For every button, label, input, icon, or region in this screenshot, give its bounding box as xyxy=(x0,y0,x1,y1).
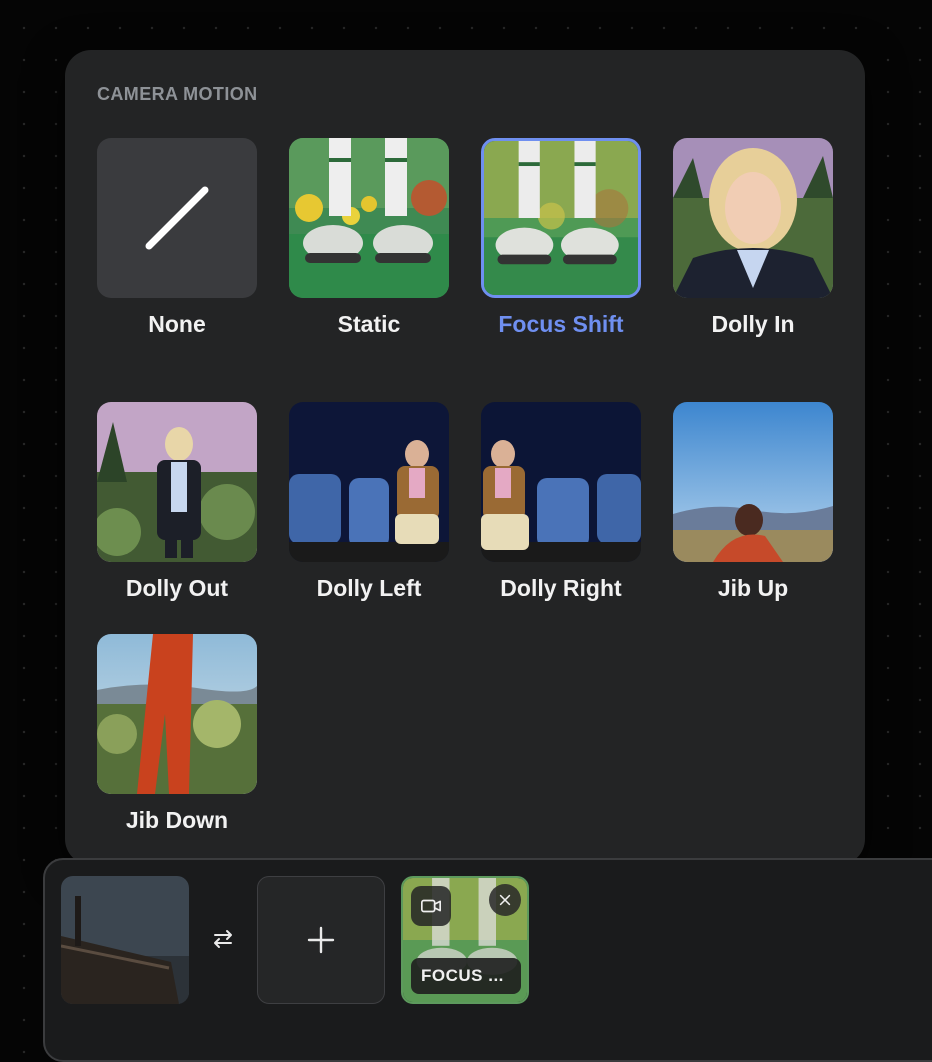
motion-option-label: Focus Shift xyxy=(498,311,624,337)
motion-option-label: None xyxy=(148,311,206,337)
motion-option-label: Dolly In xyxy=(711,311,795,337)
plus-icon xyxy=(307,926,335,954)
video-camera-icon xyxy=(421,899,441,913)
motion-option-label: Jib Down xyxy=(125,807,229,833)
add-slot-button[interactable] xyxy=(257,876,385,1004)
motion-option-none[interactable]: None xyxy=(97,138,257,340)
close-icon xyxy=(499,894,511,906)
swap-button[interactable] xyxy=(210,926,236,952)
motion-option-jib-down[interactable]: Jib Down xyxy=(97,634,257,836)
static-thumbnail xyxy=(289,138,449,298)
motion-option-focus-shift[interactable]: Focus Shift xyxy=(481,138,641,340)
camera-motion-panel: CAMERA MOTION None Static Focus Shift Do… xyxy=(65,50,865,865)
camera-badge xyxy=(411,886,451,926)
remove-motion-button[interactable] xyxy=(489,884,521,916)
motion-option-dolly-in[interactable]: Dolly In xyxy=(673,138,833,340)
source-image-slot[interactable] xyxy=(61,876,189,1004)
jib-down-thumbnail xyxy=(97,634,257,794)
dolly-left-thumbnail xyxy=(289,402,449,562)
focus-shift-thumbnail xyxy=(481,138,641,298)
motion-chip: FOCUS ... xyxy=(411,958,521,994)
motion-option-label: Static xyxy=(337,311,401,337)
section-title: CAMERA MOTION xyxy=(97,84,258,104)
motion-option-dolly-out[interactable]: Dolly Out xyxy=(97,402,257,604)
swap-arrows-icon xyxy=(214,930,232,948)
dolly-in-thumbnail xyxy=(673,138,833,298)
selected-motion-slot[interactable]: FOCUS ... xyxy=(401,876,529,1004)
motion-option-label: Jib Up xyxy=(717,575,789,601)
motion-option-label: Dolly Right xyxy=(500,575,622,601)
dolly-right-thumbnail xyxy=(481,402,641,562)
dolly-out-thumbnail xyxy=(97,402,257,562)
jib-up-thumbnail xyxy=(673,402,833,562)
motion-option-static[interactable]: Static xyxy=(289,138,449,340)
motion-option-dolly-left[interactable]: Dolly Left xyxy=(289,402,449,604)
none-thumbnail xyxy=(97,138,257,298)
motion-option-label: Dolly Left xyxy=(316,575,422,601)
motion-option-label: Dolly Out xyxy=(125,575,229,601)
motion-option-jib-up[interactable]: Jib Up xyxy=(673,402,833,604)
slash-icon xyxy=(145,186,209,250)
motion-option-dolly-right[interactable]: Dolly Right xyxy=(481,402,641,604)
